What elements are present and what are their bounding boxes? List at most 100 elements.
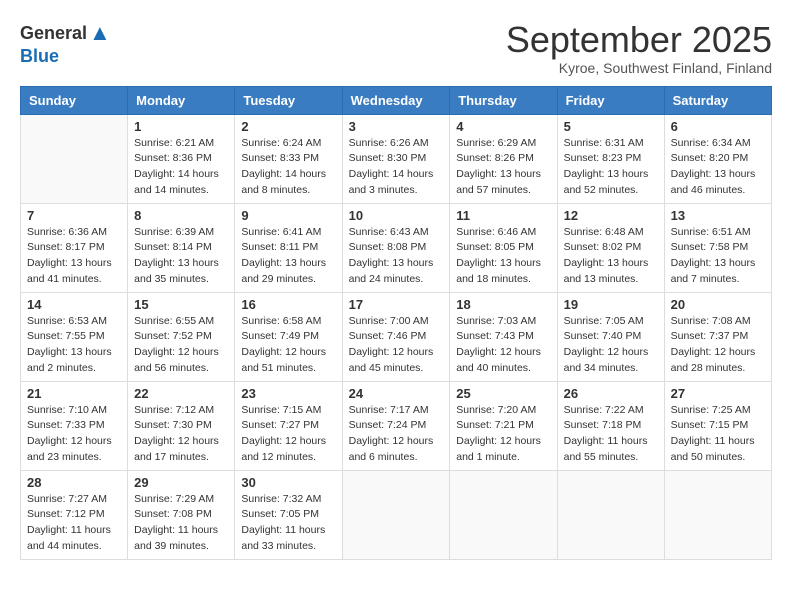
day-info: Sunrise: 6:29 AMSunset: 8:26 PMDaylight:… [456,136,550,199]
day-number: 27 [671,386,765,401]
calendar-cell: 22 Sunrise: 7:12 AMSunset: 7:30 PMDayligh… [128,381,235,470]
calendar-week-row: 28 Sunrise: 7:27 AMSunset: 7:12 PMDayligh… [21,470,772,559]
logo-blue-text: Blue [20,46,59,67]
day-number: 9 [241,208,335,223]
day-info: Sunrise: 6:39 AMSunset: 8:14 PMDaylight:… [134,225,228,288]
calendar-cell: 13 Sunrise: 6:51 AMSunset: 7:58 PMDayligh… [664,203,771,292]
day-info: Sunrise: 7:25 AMSunset: 7:15 PMDaylight:… [671,403,765,466]
day-info: Sunrise: 6:21 AMSunset: 8:36 PMDaylight:… [134,136,228,199]
day-info: Sunrise: 6:43 AMSunset: 8:08 PMDaylight:… [349,225,444,288]
day-info: Sunrise: 6:26 AMSunset: 8:30 PMDaylight:… [349,136,444,199]
day-info: Sunrise: 7:12 AMSunset: 7:30 PMDaylight:… [134,403,228,466]
day-info: Sunrise: 7:22 AMSunset: 7:18 PMDaylight:… [564,403,658,466]
calendar-week-row: 21 Sunrise: 7:10 AMSunset: 7:33 PMDayligh… [21,381,772,470]
day-info: Sunrise: 6:53 AMSunset: 7:55 PMDaylight:… [27,314,121,377]
weekday-header-wednesday: Wednesday [342,86,450,114]
location-text: Kyroe, Southwest Finland, Finland [506,60,772,76]
calendar-cell: 10 Sunrise: 6:43 AMSunset: 8:08 PMDayligh… [342,203,450,292]
calendar-cell: 17Sunrise: 7:00 AMSunset: 7:46 PMDayligh… [342,292,450,381]
day-info: Sunrise: 6:34 AMSunset: 8:20 PMDaylight:… [671,136,765,199]
calendar-cell [664,470,771,559]
page-header: General ▲ Blue September 2025 Kyroe, Sou… [20,20,772,76]
day-number: 23 [241,386,335,401]
calendar-cell: 8 Sunrise: 6:39 AMSunset: 8:14 PMDaylight… [128,203,235,292]
day-number: 15 [134,297,228,312]
day-info: Sunrise: 7:27 AMSunset: 7:12 PMDaylight:… [27,492,121,555]
day-info: Sunrise: 7:10 AMSunset: 7:33 PMDaylight:… [27,403,121,466]
day-info: Sunrise: 6:48 AMSunset: 8:02 PMDaylight:… [564,225,658,288]
calendar-cell: 21 Sunrise: 7:10 AMSunset: 7:33 PMDayligh… [21,381,128,470]
day-number: 17 [349,297,444,312]
calendar-cell: 23 Sunrise: 7:15 AMSunset: 7:27 PMDayligh… [235,381,342,470]
calendar-cell: 28 Sunrise: 7:27 AMSunset: 7:12 PMDayligh… [21,470,128,559]
calendar-cell: 15 Sunrise: 6:55 AMSunset: 7:52 PMDayligh… [128,292,235,381]
weekday-header-monday: Monday [128,86,235,114]
day-info: Sunrise: 6:46 AMSunset: 8:05 PMDaylight:… [456,225,550,288]
logo: General ▲ Blue [20,20,111,67]
calendar-cell: 24 Sunrise: 7:17 AMSunset: 7:24 PMDayligh… [342,381,450,470]
day-info: Sunrise: 6:58 AMSunset: 7:49 PMDaylight:… [241,314,335,377]
calendar-cell: 16 Sunrise: 6:58 AMSunset: 7:49 PMDayligh… [235,292,342,381]
day-info: Sunrise: 6:36 AMSunset: 8:17 PMDaylight:… [27,225,121,288]
day-number: 20 [671,297,765,312]
calendar-cell: 25 Sunrise: 7:20 AMSunset: 7:21 PMDayligh… [450,381,557,470]
day-number: 30 [241,475,335,490]
day-number: 28 [27,475,121,490]
calendar-cell: 26 Sunrise: 7:22 AMSunset: 7:18 PMDayligh… [557,381,664,470]
weekday-header-saturday: Saturday [664,86,771,114]
day-number: 8 [134,208,228,223]
logo-general-text: General [20,23,87,44]
day-info: Sunrise: 6:55 AMSunset: 7:52 PMDaylight:… [134,314,228,377]
day-number: 22 [134,386,228,401]
calendar-cell: 6 Sunrise: 6:34 AMSunset: 8:20 PMDaylight… [664,114,771,203]
day-info: Sunrise: 6:31 AMSunset: 8:23 PMDaylight:… [564,136,658,199]
calendar-cell [450,470,557,559]
calendar-cell: 20 Sunrise: 7:08 AMSunset: 7:37 PMDayligh… [664,292,771,381]
calendar-header-row: SundayMondayTuesdayWednesdayThursdayFrid… [21,86,772,114]
day-number: 13 [671,208,765,223]
day-info: Sunrise: 7:32 AMSunset: 7:05 PMDaylight:… [241,492,335,555]
day-info: Sunrise: 6:51 AMSunset: 7:58 PMDaylight:… [671,225,765,288]
calendar-cell: 2Sunrise: 6:24 AMSunset: 8:33 PMDaylight… [235,114,342,203]
day-number: 11 [456,208,550,223]
day-number: 26 [564,386,658,401]
calendar-cell: 11 Sunrise: 6:46 AMSunset: 8:05 PMDayligh… [450,203,557,292]
day-info: Sunrise: 7:08 AMSunset: 7:37 PMDaylight:… [671,314,765,377]
title-block: September 2025 Kyroe, Southwest Finland,… [506,20,772,76]
day-number: 24 [349,386,444,401]
calendar-cell: 7 Sunrise: 6:36 AMSunset: 8:17 PMDaylight… [21,203,128,292]
weekday-header-friday: Friday [557,86,664,114]
day-number: 19 [564,297,658,312]
day-info: Sunrise: 6:41 AMSunset: 8:11 PMDaylight:… [241,225,335,288]
day-info: Sunrise: 7:17 AMSunset: 7:24 PMDaylight:… [349,403,444,466]
day-number: 10 [349,208,444,223]
calendar-cell: 29Sunrise: 7:29 AMSunset: 7:08 PMDayligh… [128,470,235,559]
calendar-cell: 3 Sunrise: 6:26 AMSunset: 8:30 PMDaylight… [342,114,450,203]
day-number: 6 [671,119,765,134]
day-number: 7 [27,208,121,223]
day-number: 12 [564,208,658,223]
calendar-cell: 27 Sunrise: 7:25 AMSunset: 7:15 PMDayligh… [664,381,771,470]
calendar-cell: 19 Sunrise: 7:05 AMSunset: 7:40 PMDayligh… [557,292,664,381]
day-info: Sunrise: 7:15 AMSunset: 7:27 PMDaylight:… [241,403,335,466]
calendar-cell: 30 Sunrise: 7:32 AMSunset: 7:05 PMDayligh… [235,470,342,559]
day-info: Sunrise: 7:05 AMSunset: 7:40 PMDaylight:… [564,314,658,377]
calendar-cell: 4Sunrise: 6:29 AMSunset: 8:26 PMDaylight… [450,114,557,203]
calendar-cell: 1Sunrise: 6:21 AMSunset: 8:36 PMDaylight… [128,114,235,203]
logo-bird-icon: ▲ [89,20,111,46]
day-number: 25 [456,386,550,401]
day-number: 5 [564,119,658,134]
day-number: 21 [27,386,121,401]
calendar-cell [557,470,664,559]
day-number: 16 [241,297,335,312]
day-info: Sunrise: 6:24 AMSunset: 8:33 PMDaylight:… [241,136,335,199]
day-number: 3 [349,119,444,134]
day-number: 14 [27,297,121,312]
weekday-header-sunday: Sunday [21,86,128,114]
day-info: Sunrise: 7:20 AMSunset: 7:21 PMDaylight:… [456,403,550,466]
day-info: Sunrise: 7:03 AMSunset: 7:43 PMDaylight:… [456,314,550,377]
calendar-cell: 18Sunrise: 7:03 AMSunset: 7:43 PMDayligh… [450,292,557,381]
weekday-header-tuesday: Tuesday [235,86,342,114]
day-info: Sunrise: 7:29 AMSunset: 7:08 PMDaylight:… [134,492,228,555]
calendar-cell: 5 Sunrise: 6:31 AMSunset: 8:23 PMDaylight… [557,114,664,203]
